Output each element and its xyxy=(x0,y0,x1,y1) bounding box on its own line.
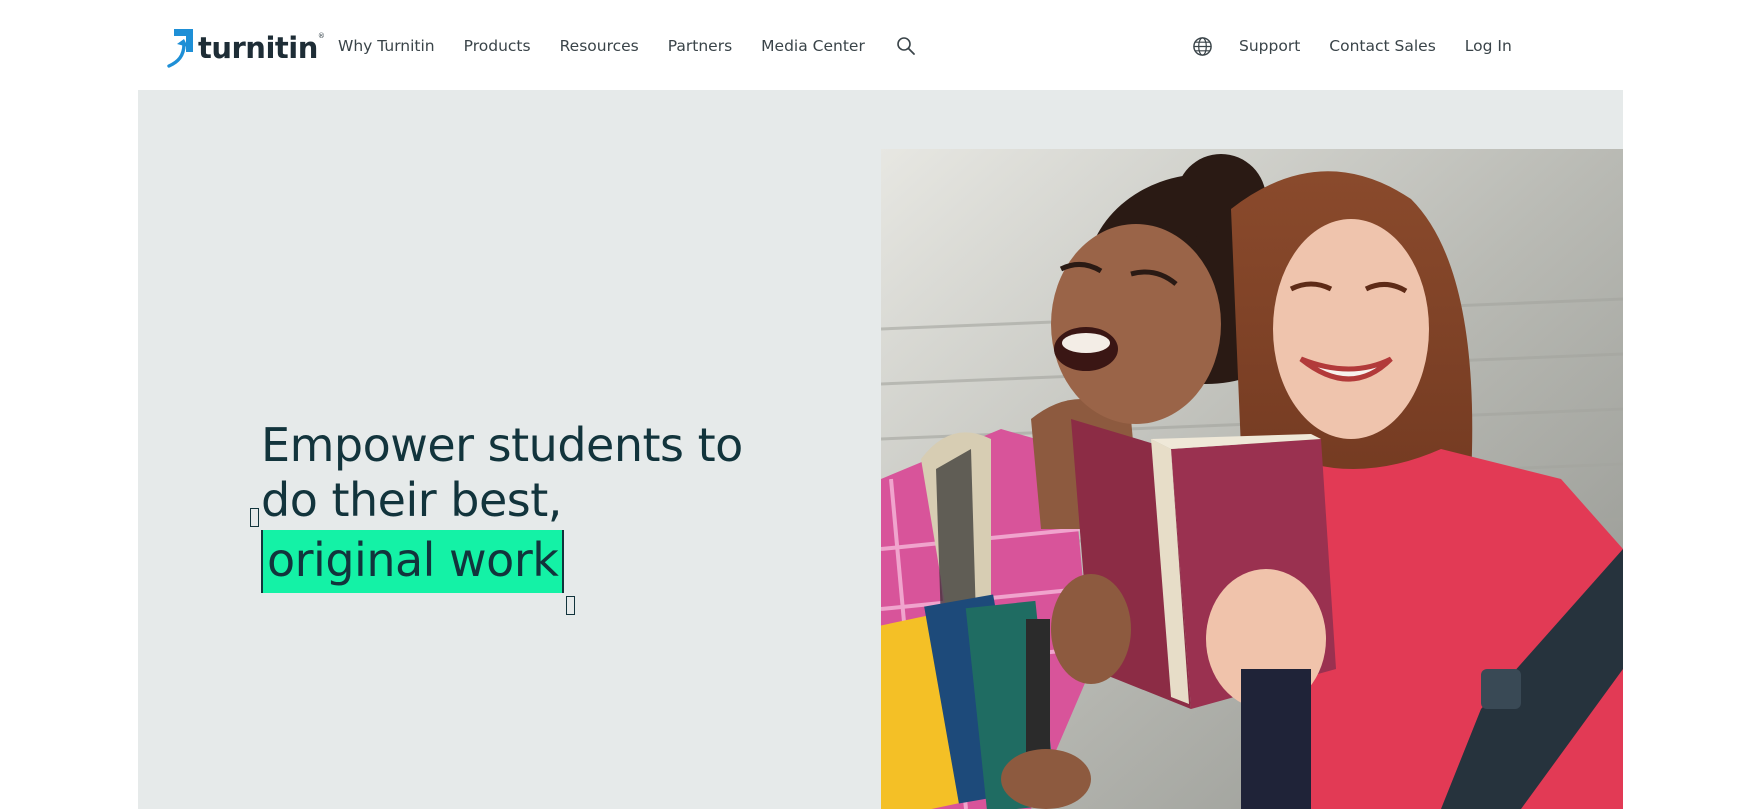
nav-why-turnitin[interactable]: Why Turnitin xyxy=(338,37,435,55)
text-cursor-end-icon xyxy=(566,596,576,615)
turnitin-logo-icon xyxy=(167,29,193,68)
top-navigation: turnitin ® Why Turnitin Products Resourc… xyxy=(0,0,1760,90)
students-illustration xyxy=(881,149,1623,809)
nav-products[interactable]: Products xyxy=(464,37,531,55)
nav-log-in[interactable]: Log In xyxy=(1465,37,1512,55)
nav-support[interactable]: Support xyxy=(1239,37,1300,55)
search-icon[interactable] xyxy=(894,34,918,58)
hero-banner: Empower students to do their best, origi… xyxy=(138,90,1623,809)
nav-media-center[interactable]: Media Center xyxy=(761,37,865,55)
hero-photo-students xyxy=(881,149,1623,809)
nav-contact-sales[interactable]: Contact Sales xyxy=(1329,37,1436,55)
secondary-nav: Support Contact Sales Log In xyxy=(1190,28,1541,64)
turnitin-logo[interactable]: turnitin ® xyxy=(166,26,325,70)
headline-line-2: do their best, xyxy=(261,473,562,527)
logo-wordmark: turnitin xyxy=(198,30,318,65)
globe-icon-glyph xyxy=(1192,36,1212,56)
search-icon-glyph xyxy=(897,37,915,55)
nav-resources[interactable]: Resources xyxy=(560,37,639,55)
globe-icon[interactable] xyxy=(1190,34,1214,58)
headline-line-1: Empower students to xyxy=(261,418,743,472)
nav-partners[interactable]: Partners xyxy=(668,37,732,55)
trademark-symbol: ® xyxy=(317,32,325,40)
hero-headline: Empower students to do their best, origi… xyxy=(250,418,821,615)
headline-highlight: original work xyxy=(261,530,565,593)
primary-nav: Why Turnitin Products Resources Partners… xyxy=(338,28,918,64)
text-cursor-start-icon xyxy=(250,508,259,527)
highlight-wrapper: original work xyxy=(250,508,576,615)
